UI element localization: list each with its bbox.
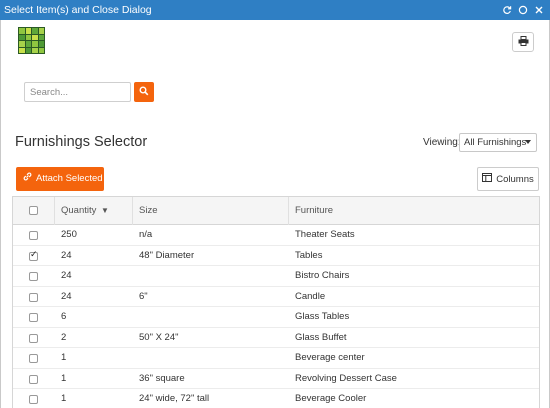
chevron-down-icon <box>525 140 531 144</box>
print-icon <box>518 33 529 51</box>
quantity-cell: 6 <box>61 311 67 322</box>
table-row[interactable]: 24 6" Candle <box>13 287 539 307</box>
search-button[interactable] <box>134 82 154 102</box>
table-row[interactable]: 1 24" wide, 72" tall Beverage Cooler <box>13 389 539 408</box>
furniture-cell: Bistro Chairs <box>295 270 350 281</box>
row-checkbox[interactable] <box>29 374 38 384</box>
quantity-cell: 24 <box>61 249 72 261</box>
size-cell: 24" wide, 72" tall <box>139 393 210 404</box>
size-header-label: Size <box>139 205 158 216</box>
quantity-cell: 250 <box>61 229 77 240</box>
row-checkbox[interactable] <box>29 250 38 261</box>
size-cell: 6" <box>139 290 148 302</box>
app-logo <box>18 27 45 54</box>
table-row[interactable]: 6 Glass Tables <box>13 307 539 328</box>
table-row[interactable]: 1 36" square Revolving Dessert Case <box>13 369 539 389</box>
row-checkbox[interactable] <box>29 395 38 404</box>
furnishings-table: Quantity ▼ Size Furniture 250 n/a Theater … <box>12 196 540 408</box>
quantity-header-label: Quantity <box>61 205 97 216</box>
refresh-icon[interactable] <box>502 5 512 15</box>
table-row[interactable]: 2 50" X 24" Glass Buffet <box>13 328 539 348</box>
size-cell: 36" square <box>139 372 185 384</box>
quantity-header[interactable]: Quantity ▼ <box>55 197 133 225</box>
furniture-cell: Glass Buffet <box>295 331 347 343</box>
quantity-cell: 1 <box>61 352 67 363</box>
row-checkbox[interactable] <box>29 333 38 343</box>
row-checkbox[interactable] <box>29 354 38 363</box>
table-row[interactable]: 24 48" Diameter Tables <box>13 246 539 266</box>
search-icon <box>139 83 149 101</box>
viewing-select-value: All Furnishings <box>464 137 527 148</box>
attach-selected-button[interactable]: Attach Selected <box>16 167 104 191</box>
columns-button[interactable]: Columns <box>477 167 539 191</box>
sort-desc-icon: ▼ <box>101 206 109 215</box>
table-row[interactable]: 250 n/a Theater Seats <box>13 225 539 246</box>
size-header[interactable]: Size <box>133 197 289 225</box>
furniture-header[interactable]: Furniture <box>289 197 539 225</box>
furniture-cell: Beverage Cooler <box>295 393 367 404</box>
furniture-cell: Tables <box>295 249 323 261</box>
table-header: Quantity ▼ Size Furniture <box>13 197 539 225</box>
close-icon[interactable] <box>534 5 544 15</box>
select-all-header <box>13 197 55 225</box>
furniture-cell: Glass Tables <box>295 311 350 322</box>
row-checkbox[interactable] <box>29 313 38 322</box>
dialog-titlebar: Select Item(s) and Close Dialog <box>0 0 550 20</box>
furniture-header-label: Furniture <box>295 205 334 216</box>
furniture-cell: Revolving Dessert Case <box>295 372 397 384</box>
quantity-cell: 2 <box>61 331 67 343</box>
furniture-cell: Beverage center <box>295 352 365 363</box>
restore-icon[interactable] <box>518 5 528 15</box>
link-icon <box>23 167 32 191</box>
dialog-title: Select Item(s) and Close Dialog <box>4 4 152 16</box>
titlebar-controls <box>502 0 544 20</box>
size-cell: 48" Diameter <box>139 249 195 261</box>
row-checkbox[interactable] <box>29 231 38 240</box>
attach-selected-label: Attach Selected <box>36 173 103 184</box>
page-title: Furnishings Selector <box>15 134 148 150</box>
row-checkbox[interactable] <box>29 292 38 302</box>
size-cell: 50" X 24" <box>139 331 179 343</box>
search-input[interactable] <box>24 82 131 102</box>
table-row[interactable]: 1 Beverage center <box>13 348 539 369</box>
row-checkbox[interactable] <box>29 272 38 281</box>
viewing-select[interactable]: All Furnishings <box>459 133 537 152</box>
quantity-cell: 24 <box>61 290 72 302</box>
quantity-cell: 1 <box>61 393 67 404</box>
viewing-label: Viewing: <box>423 137 461 148</box>
columns-label: Columns <box>496 173 534 185</box>
table-row[interactable]: 24 Bistro Chairs <box>13 266 539 287</box>
size-cell: n/a <box>139 229 153 240</box>
quantity-cell: 24 <box>61 270 72 281</box>
columns-icon <box>482 173 493 185</box>
furniture-cell: Candle <box>295 290 326 302</box>
furniture-cell: Theater Seats <box>295 229 355 240</box>
print-button[interactable] <box>512 32 534 52</box>
quantity-cell: 1 <box>61 372 67 384</box>
select-all-checkbox[interactable] <box>29 206 38 215</box>
